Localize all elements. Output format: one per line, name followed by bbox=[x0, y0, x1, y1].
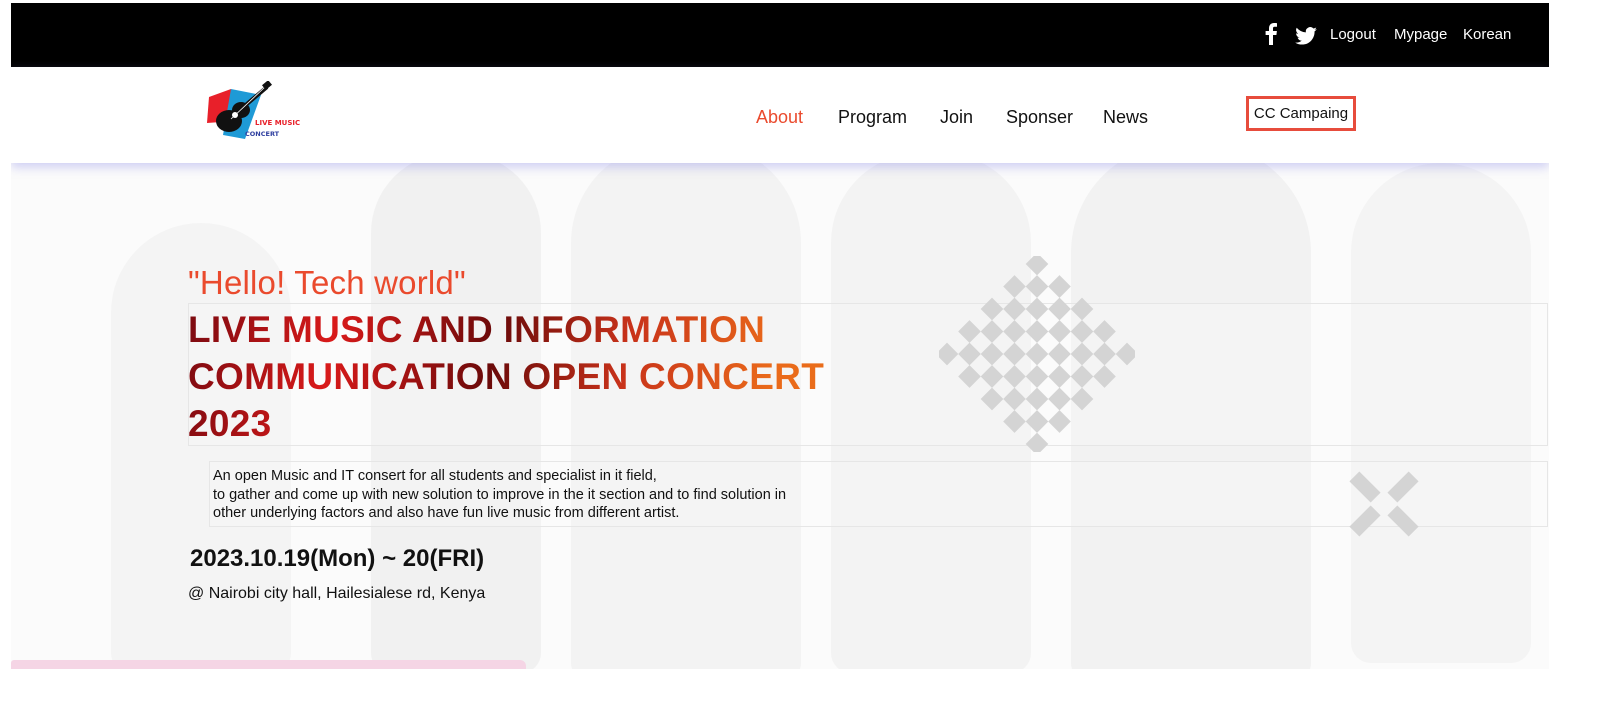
nav-join[interactable]: Join bbox=[940, 107, 973, 128]
nav-about[interactable]: About bbox=[756, 107, 803, 128]
headline-line-3: 2023 bbox=[188, 403, 272, 444]
facebook-icon[interactable] bbox=[1264, 23, 1278, 50]
bottom-notice-bar bbox=[11, 660, 526, 669]
diamond-pattern-graphic bbox=[939, 256, 1135, 452]
nav-sponser[interactable]: Sponser bbox=[1006, 107, 1073, 128]
headline-line-1: LIVE MUSIC AND INFORMATION bbox=[188, 309, 766, 350]
event-venue: @ Nairobi city hall, Hailesialese rd, Ke… bbox=[188, 585, 486, 602]
site-logo[interactable]: LIVE MUSIC CONCERT bbox=[201, 80, 311, 143]
description-line: to gather and come up with new solution … bbox=[213, 486, 787, 503]
top-bar: Logout Mypage Korean bbox=[11, 3, 1549, 67]
hero-tagline: "Hello! Tech world" bbox=[188, 264, 466, 301]
hero-section: "Hello! Tech world" LIVE MUSIC AND INFOR… bbox=[11, 163, 1549, 669]
logout-link[interactable]: Logout bbox=[1330, 3, 1376, 67]
logo-text-line2: CONCERT bbox=[245, 130, 280, 138]
cc-campaign-button[interactable]: CC Campaing bbox=[1246, 96, 1356, 131]
nav-news[interactable]: News bbox=[1103, 107, 1148, 128]
description-line: other underlying factors and also have f… bbox=[213, 505, 680, 521]
nav-program[interactable]: Program bbox=[838, 107, 907, 128]
mypage-link[interactable]: Mypage bbox=[1394, 3, 1447, 67]
description-line: An open Music and IT consert for all stu… bbox=[213, 468, 657, 484]
x-pattern-graphic bbox=[1349, 471, 1419, 537]
language-link[interactable]: Korean bbox=[1463, 3, 1511, 67]
twitter-icon[interactable] bbox=[1295, 27, 1317, 50]
hero-description: An open Music and IT consert for all stu… bbox=[213, 467, 786, 523]
event-dates: 2023.10.19(Mon) ~ 20(FRI) bbox=[190, 545, 485, 572]
headline-line-2: COMMUNICATION OPEN CONCERT bbox=[188, 356, 825, 397]
page: Logout Mypage Korean LIVE MUSIC CONCERT … bbox=[11, 3, 1549, 669]
main-header: LIVE MUSIC CONCERT About Program Join Sp… bbox=[11, 67, 1549, 163]
logo-text-line1: LIVE MUSIC bbox=[255, 119, 300, 127]
hero-headline: LIVE MUSIC AND INFORMATION COMMUNICATION… bbox=[188, 306, 908, 447]
